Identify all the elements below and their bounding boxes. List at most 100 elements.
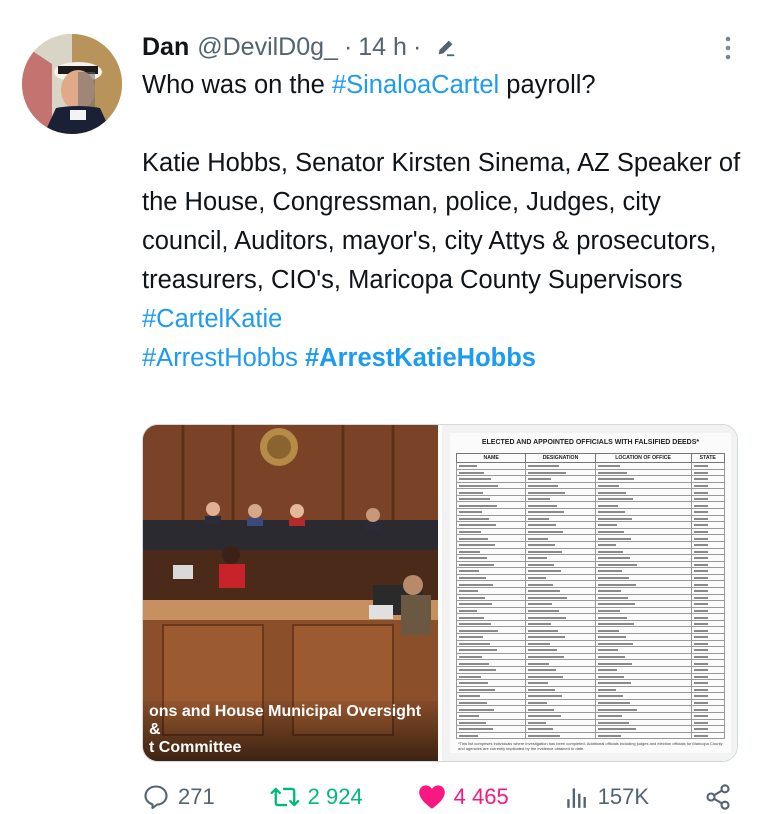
views-button[interactable]: 157K — [564, 784, 649, 810]
document-title: ELECTED AND APPOINTED OFFICIALS WITH FAL… — [481, 439, 700, 446]
doc-table-cell — [455, 468, 527, 477]
doc-table-cell — [690, 462, 726, 470]
doc-table-cell — [525, 659, 596, 667]
hashtag-cartelkatie[interactable]: #CartelKatie — [142, 305, 282, 333]
doc-table-cell — [525, 573, 596, 582]
doc-table-cell — [594, 600, 692, 608]
doc-table-cell — [525, 494, 596, 503]
doc-table-cell — [525, 508, 596, 516]
doc-table-cell — [525, 718, 596, 727]
doc-table-cell — [455, 685, 527, 694]
doc-table-row — [455, 488, 726, 496]
doc-table-cell — [594, 547, 692, 556]
doc-table-cell — [690, 711, 726, 720]
author-handle[interactable]: @DevilD0g_ — [197, 33, 338, 62]
doc-table-cell — [455, 692, 527, 700]
doc-table-cell — [594, 475, 692, 483]
video-thumbnail[interactable]: ons and House Municipal Oversight & t Co… — [143, 425, 438, 761]
doc-table-cell — [525, 521, 596, 529]
doc-table-cell — [690, 593, 726, 602]
pencil-icon[interactable] — [435, 36, 457, 58]
doc-table-cell — [525, 547, 596, 556]
doc-table-cell — [594, 646, 692, 654]
doc-table-cell — [594, 725, 692, 733]
retweet-count: 2 924 — [307, 784, 363, 809]
doc-table-cell — [690, 705, 726, 713]
doc-table-cell — [525, 626, 596, 635]
doc-table-row — [455, 593, 726, 602]
doc-table-cell — [455, 606, 527, 615]
doc-table-cell — [525, 475, 596, 483]
doc-table-cell — [690, 731, 726, 740]
doc-table-row — [455, 711, 726, 720]
doc-table-cell — [690, 692, 726, 700]
doc-table-cell — [594, 567, 692, 575]
share-button[interactable] — [704, 783, 732, 811]
doc-table-row — [455, 613, 726, 621]
doc-table-cell — [455, 619, 527, 628]
doc-table-row — [455, 547, 726, 556]
doc-table-cell — [525, 639, 596, 648]
doc-table-cell — [525, 560, 596, 569]
retweet-button[interactable]: 2 924 — [270, 783, 363, 811]
views-icon — [566, 788, 586, 808]
reply-button[interactable]: 271 — [142, 783, 215, 811]
doc-table-cell — [594, 705, 692, 713]
doc-table-cell — [690, 547, 726, 556]
doc-table-cell — [455, 665, 527, 674]
hashtag-arresthobbs[interactable]: #ArrestHobbs — [142, 344, 298, 372]
share-icon — [706, 784, 730, 810]
doc-table-cell — [690, 560, 726, 569]
doc-table-cell — [455, 711, 527, 720]
more-dots-icon[interactable] — [725, 36, 731, 65]
hashtag-arrestkatiehobbs[interactable]: #ArrestKatieHobbs — [305, 344, 536, 372]
doc-table-cell — [594, 593, 692, 602]
doc-table-cell — [525, 514, 596, 523]
doc-table-cell — [594, 665, 692, 674]
hashtag-sinaloacartel[interactable]: #SinaloaCartel — [332, 71, 499, 99]
action-bar: 271 2 924 4 465 157K — [142, 780, 732, 814]
doc-table-cell — [455, 725, 527, 733]
tweet-timestamp[interactable]: 14 h — [358, 33, 407, 62]
doc-table-cell — [690, 606, 726, 615]
doc-table-cell — [525, 587, 596, 595]
doc-table-row — [455, 685, 726, 694]
doc-table-cell — [525, 540, 596, 549]
doc-table-cell — [690, 652, 726, 661]
author-name[interactable]: Dan — [142, 33, 189, 62]
tweet-media[interactable]: ons and House Municipal Oversight & t Co… — [142, 424, 738, 762]
doc-table-cell — [525, 580, 596, 588]
doc-table-cell — [525, 468, 596, 477]
doc-table-cell — [690, 600, 726, 608]
doc-table-row — [455, 494, 726, 503]
doc-table-cell — [455, 659, 527, 667]
like-button[interactable]: 4 465 — [418, 784, 509, 810]
avatar[interactable] — [22, 34, 122, 134]
separator-dot: · — [343, 32, 353, 61]
doc-table-cell — [690, 514, 726, 523]
doc-table-cell — [525, 534, 596, 542]
separator-dot-2: · — [412, 32, 422, 61]
doc-table-cell — [455, 514, 527, 523]
doc-table-row — [455, 567, 726, 575]
document-image[interactable]: ELECTED AND APPOINTED OFFICIALS WITH FAL… — [442, 425, 737, 761]
doc-table-row — [455, 540, 726, 549]
document-page: ELECTED AND APPOINTED OFFICIALS WITH FAL… — [450, 433, 731, 753]
doc-table-row — [455, 514, 726, 523]
doc-table-row — [455, 646, 726, 654]
reply-count: 271 — [178, 784, 215, 809]
doc-table-cell — [455, 573, 527, 582]
doc-table-cell — [455, 501, 527, 510]
doc-table-cell — [594, 481, 692, 490]
doc-table-cell — [455, 567, 527, 575]
doc-table-cell — [594, 718, 692, 727]
doc-table-cell — [594, 692, 692, 700]
doc-table-cell — [594, 514, 692, 523]
doc-table-row — [455, 573, 726, 582]
doc-table-cell — [455, 672, 527, 681]
doc-table-cell — [455, 705, 527, 713]
doc-table-cell — [455, 646, 527, 654]
doc-table-cell — [455, 600, 527, 608]
doc-table-cell — [455, 481, 527, 490]
doc-table-cell — [525, 613, 596, 621]
